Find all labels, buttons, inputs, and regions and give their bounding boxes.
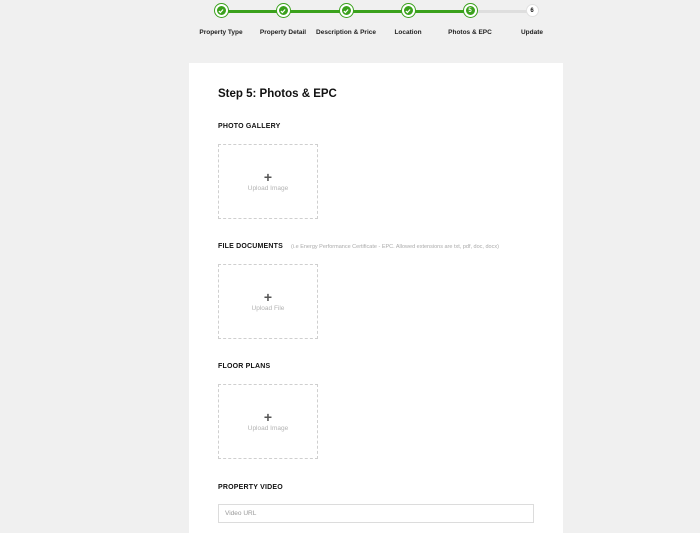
upload-label: Upload Image [247,185,289,192]
form-card: Step 5: Photos & EPC PHOTO GALLERY + Upl… [189,63,563,533]
upload-image-button[interactable]: + Upload Image [218,144,318,219]
file-documents-title: FILE DOCUMENTS [218,243,284,250]
file-documents-note: (i.e Energy Performance Certificate - EP… [291,244,499,250]
step-update[interactable]: 6 Update [472,0,592,36]
property-video-title: PROPERTY VIDEO [218,484,283,491]
plus-icon: + [263,289,273,305]
photo-gallery-title: PHOTO GALLERY [218,123,281,130]
upload-floor-plan-button[interactable]: + Upload Image [218,384,318,459]
video-url-input[interactable] [218,504,534,523]
upload-file-button[interactable]: + Upload File [218,264,318,339]
file-documents-heading: FILE DOCUMENTS (i.e Energy Performance Ce… [218,243,499,250]
progress-stepper: Property Type Property Detail Descriptio… [0,0,700,50]
step-number: 6 [525,4,539,17]
upload-label: Upload Image [247,425,289,432]
plus-icon: + [263,169,273,185]
upload-label: Upload File [251,305,285,312]
floor-plans-title: FLOOR PLANS [218,363,271,370]
plus-icon: + [263,409,273,425]
step-label: Update [520,29,544,36]
page-title: Step 5: Photos & EPC [218,88,337,100]
